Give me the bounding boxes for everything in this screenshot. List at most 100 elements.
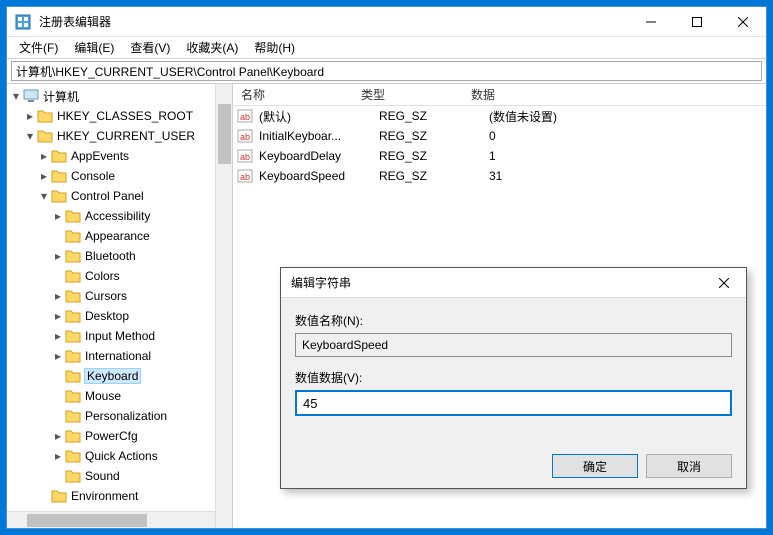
ok-button[interactable]: 确定 bbox=[552, 454, 638, 478]
value-type: REG_SZ bbox=[375, 149, 485, 163]
tree-panel[interactable]: ▾计算机 ▸ HKEY_CLASSES_ROOT ▾HKEY_CURRENT_US… bbox=[7, 84, 233, 528]
tree-console[interactable]: ▸ Console bbox=[9, 166, 232, 186]
tree-label: Accessibility bbox=[85, 209, 150, 223]
folder-icon bbox=[65, 289, 81, 303]
folder-icon bbox=[65, 209, 81, 223]
folder-icon bbox=[65, 269, 81, 283]
chevron-right-icon[interactable]: ▸ bbox=[51, 429, 65, 443]
tree-inputmethod[interactable]: ▸Input Method bbox=[9, 326, 232, 346]
tree-label: Console bbox=[71, 169, 115, 183]
menu-file[interactable]: 文件(F) bbox=[11, 37, 66, 58]
tree-hkcu[interactable]: ▾HKEY_CURRENT_USER bbox=[9, 126, 232, 146]
tree-accessibility[interactable]: ▸ Accessibility bbox=[9, 206, 232, 226]
tree-quickactions[interactable]: ▸Quick Actions bbox=[9, 446, 232, 466]
tree-international[interactable]: ▸International bbox=[9, 346, 232, 366]
tree-appevents[interactable]: ▸AppEvents bbox=[9, 146, 232, 166]
chevron-right-icon[interactable]: ▸ bbox=[37, 169, 51, 183]
tree-label: Sound bbox=[85, 469, 120, 483]
chevron-right-icon[interactable]: ▸ bbox=[23, 109, 37, 123]
tree-powercfg[interactable]: ▸PowerCfg bbox=[9, 426, 232, 446]
dialog-body: 数值名称(N): 数值数据(V): bbox=[281, 298, 746, 446]
folder-icon bbox=[51, 189, 67, 203]
minimize-button[interactable] bbox=[628, 7, 674, 37]
maximize-button[interactable] bbox=[674, 7, 720, 37]
value-type: REG_SZ bbox=[375, 109, 485, 123]
list-item[interactable]: abInitialKeyboar...REG_SZ0 bbox=[233, 126, 766, 146]
chevron-down-icon[interactable]: ▾ bbox=[37, 189, 51, 203]
value-type: REG_SZ bbox=[375, 169, 485, 183]
folder-icon bbox=[37, 109, 53, 123]
tree-hkcr[interactable]: ▸ HKEY_CLASSES_ROOT bbox=[9, 106, 232, 126]
chevron-right-icon[interactable]: ▸ bbox=[51, 249, 65, 263]
list-item[interactable]: ab(默认)REG_SZ(数值未设置) bbox=[233, 106, 766, 126]
value-name: KeyboardDelay bbox=[255, 149, 375, 163]
chevron-down-icon[interactable]: ▾ bbox=[9, 89, 23, 103]
tree-bluetooth[interactable]: ▸ Bluetooth bbox=[9, 246, 232, 266]
tree-desktop[interactable]: ▸ Desktop bbox=[9, 306, 232, 326]
col-type[interactable]: 类型 bbox=[353, 84, 463, 105]
tree-label: Environment bbox=[71, 489, 138, 503]
chevron-right-icon[interactable]: ▸ bbox=[51, 449, 65, 463]
titlebar[interactable]: 注册表编辑器 bbox=[7, 7, 766, 37]
list-header: 名称 类型 数据 bbox=[233, 84, 766, 106]
tree-personalization[interactable]: Personalization bbox=[9, 406, 232, 426]
value-name: InitialKeyboar... bbox=[255, 129, 375, 143]
folder-icon bbox=[51, 489, 67, 503]
chevron-right-icon[interactable]: ▸ bbox=[51, 209, 65, 223]
folder-icon bbox=[37, 129, 53, 143]
folder-icon bbox=[65, 309, 81, 323]
tree-colors[interactable]: Colors bbox=[9, 266, 232, 286]
folder-icon bbox=[51, 169, 67, 183]
cancel-button[interactable]: 取消 bbox=[646, 454, 732, 478]
tree-label: Mouse bbox=[85, 389, 121, 403]
folder-icon bbox=[65, 329, 81, 343]
col-name[interactable]: 名称 bbox=[233, 84, 353, 105]
value-name-field[interactable] bbox=[295, 333, 732, 357]
tree-label: Desktop bbox=[85, 309, 129, 323]
chevron-down-icon[interactable]: ▾ bbox=[23, 129, 37, 143]
address-input[interactable] bbox=[11, 61, 762, 81]
dialog-titlebar[interactable]: 编辑字符串 bbox=[281, 268, 746, 298]
list-item[interactable]: abKeyboardDelayREG_SZ1 bbox=[233, 146, 766, 166]
scrollbar-horizontal[interactable] bbox=[7, 511, 215, 528]
tree-root[interactable]: ▾计算机 bbox=[9, 86, 232, 106]
tree-cursors[interactable]: ▸ Cursors bbox=[9, 286, 232, 306]
menu-favorites[interactable]: 收藏夹(A) bbox=[178, 37, 246, 58]
scrollbar-vertical[interactable] bbox=[215, 84, 232, 528]
string-value-icon: ab bbox=[237, 128, 253, 144]
tree-label: Bluetooth bbox=[85, 249, 136, 263]
folder-icon bbox=[65, 469, 81, 483]
folder-icon bbox=[65, 249, 81, 263]
folder-icon bbox=[65, 449, 81, 463]
chevron-right-icon[interactable]: ▸ bbox=[51, 309, 65, 323]
folder-icon bbox=[65, 429, 81, 443]
tree-controlpanel[interactable]: ▾ Control Panel bbox=[9, 186, 232, 206]
tree-environment[interactable]: Environment bbox=[9, 486, 232, 506]
menu-help[interactable]: 帮助(H) bbox=[246, 37, 303, 58]
tree-appearance[interactable]: Appearance bbox=[9, 226, 232, 246]
menu-view[interactable]: 查看(V) bbox=[122, 37, 178, 58]
address-bar bbox=[7, 59, 766, 84]
tree-label: Control Panel bbox=[71, 189, 144, 203]
chevron-right-icon[interactable]: ▸ bbox=[51, 329, 65, 343]
tree-mouse[interactable]: Mouse bbox=[9, 386, 232, 406]
col-data[interactable]: 数据 bbox=[463, 84, 766, 105]
close-button[interactable] bbox=[720, 7, 766, 37]
dialog-close-button[interactable] bbox=[702, 268, 746, 298]
tree-label: HKEY_CLASSES_ROOT bbox=[57, 109, 193, 123]
chevron-right-icon[interactable]: ▸ bbox=[37, 149, 51, 163]
folder-icon bbox=[65, 369, 81, 383]
tree-keyboard[interactable]: Keyboard bbox=[9, 366, 232, 386]
value-data: 1 bbox=[485, 149, 766, 163]
tree-label: Cursors bbox=[85, 289, 127, 303]
chevron-right-icon[interactable]: ▸ bbox=[51, 349, 65, 363]
value-type: REG_SZ bbox=[375, 129, 485, 143]
value-data-field[interactable] bbox=[295, 390, 732, 416]
list-item[interactable]: abKeyboardSpeedREG_SZ31 bbox=[233, 166, 766, 186]
value-data: 0 bbox=[485, 129, 766, 143]
value-name: KeyboardSpeed bbox=[255, 169, 375, 183]
tree-sound[interactable]: Sound bbox=[9, 466, 232, 486]
menu-edit[interactable]: 编辑(E) bbox=[66, 37, 122, 58]
menubar: 文件(F) 编辑(E) 查看(V) 收藏夹(A) 帮助(H) bbox=[7, 37, 766, 59]
chevron-right-icon[interactable]: ▸ bbox=[51, 289, 65, 303]
